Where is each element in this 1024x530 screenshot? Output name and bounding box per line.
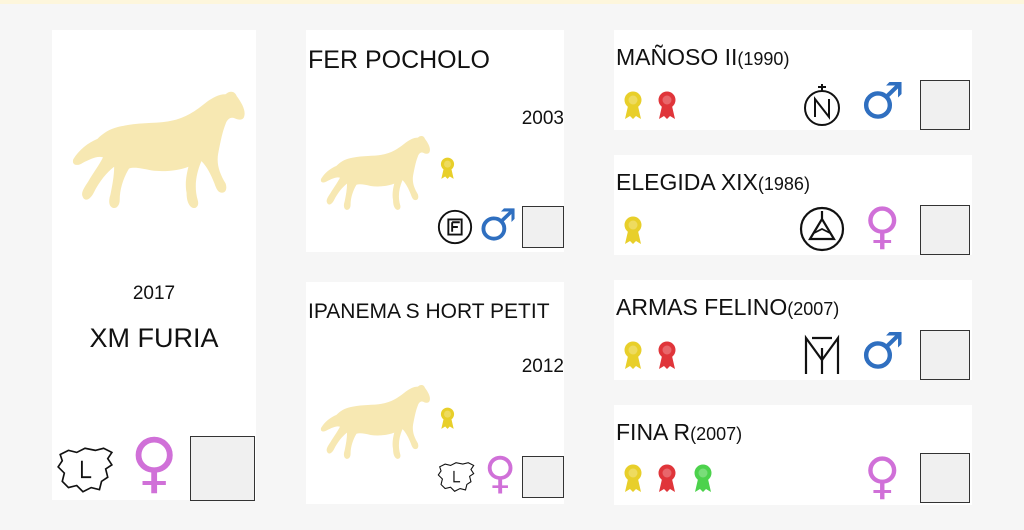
select-checkbox[interactable] (522, 206, 564, 248)
horse-name: MAÑOSO II (616, 44, 738, 70)
select-checkbox[interactable] (920, 453, 970, 503)
horse-name: ARMAS FELINO (616, 294, 788, 320)
top-accent-bar (0, 0, 1024, 4)
grandparent-card[interactable]: MAÑOSO II(1990) ♂ (614, 30, 972, 130)
select-checkbox[interactable] (920, 330, 970, 380)
n-circle-brand-icon (798, 80, 846, 128)
triangle-circle-brand-icon (798, 205, 846, 253)
horse-name-line: ARMAS FELINO(2007) (616, 294, 839, 321)
horse-year: 2003 (521, 108, 564, 129)
parent-card-dam[interactable]: IPANEMA S HORT PETIT 2012 ♀ (306, 282, 564, 504)
horse-silhouette-icon (314, 378, 432, 466)
horse-name-line: MAÑOSO II(1990) (616, 44, 789, 71)
horse-name: FER POCHOLO (308, 46, 490, 74)
male-symbol-icon: ♂ (860, 322, 905, 380)
gold-ribbon-icon (622, 340, 644, 370)
main-horse-name: XM FURIA (89, 323, 219, 353)
main-horse-year: 2017 (132, 283, 176, 304)
red-ribbon-icon (656, 90, 678, 120)
female-symbol-icon: ♀ (484, 448, 517, 499)
female-symbol-icon: ♀ (864, 447, 901, 505)
horse-year: (2007) (690, 424, 743, 444)
select-checkbox[interactable] (920, 80, 970, 130)
green-ribbon-icon (692, 463, 714, 493)
female-symbol-icon: ♀ (130, 424, 179, 501)
horse-silhouette-icon (62, 85, 248, 215)
main-horse-card[interactable]: 2017 XM FURIA ♀ (52, 30, 256, 501)
f-circle-brand-icon (436, 208, 474, 246)
gold-ribbon-icon (622, 90, 644, 120)
horse-year: (1986) (757, 174, 810, 194)
select-checkbox[interactable] (190, 436, 255, 501)
horse-name-line: ELEGIDA XIX(1986) (616, 169, 810, 196)
horse-name: ELEGIDA XIX (616, 169, 758, 195)
horse-year: (1990) (737, 49, 790, 69)
male-symbol-icon: ♂ (860, 72, 905, 130)
gold-ribbon-icon (622, 215, 644, 245)
red-ribbon-icon (656, 463, 678, 493)
select-checkbox[interactable] (522, 456, 564, 498)
female-symbol-icon: ♀ (864, 197, 901, 255)
red-ribbon-icon (656, 340, 678, 370)
gold-ribbon-icon (439, 156, 456, 180)
mt-brand-icon (798, 330, 846, 378)
horse-name: IPANEMA S HORT PETIT (308, 300, 550, 323)
map-l-brand-icon (435, 460, 477, 494)
horse-name: FINA R (616, 419, 691, 445)
horse-silhouette-icon (314, 130, 432, 216)
gold-ribbon-icon (439, 406, 456, 430)
grandparent-card[interactable]: ARMAS FELINO(2007) ♂ (614, 280, 972, 380)
select-checkbox[interactable] (920, 205, 970, 255)
male-symbol-icon: ♂ (478, 200, 518, 251)
grandparent-card[interactable]: ELEGIDA XIX(1986) ♀ (614, 155, 972, 255)
horse-year: (2007) (787, 299, 840, 319)
gold-ribbon-icon (622, 463, 644, 493)
map-l-brand-icon (54, 444, 116, 496)
horse-name-line: FINA R(2007) (616, 419, 742, 446)
parent-card-sire[interactable]: FER POCHOLO 2003 ♂ (306, 30, 564, 252)
horse-year: 2012 (521, 356, 564, 377)
grandparent-card[interactable]: FINA R(2007) ♀ (614, 405, 972, 505)
